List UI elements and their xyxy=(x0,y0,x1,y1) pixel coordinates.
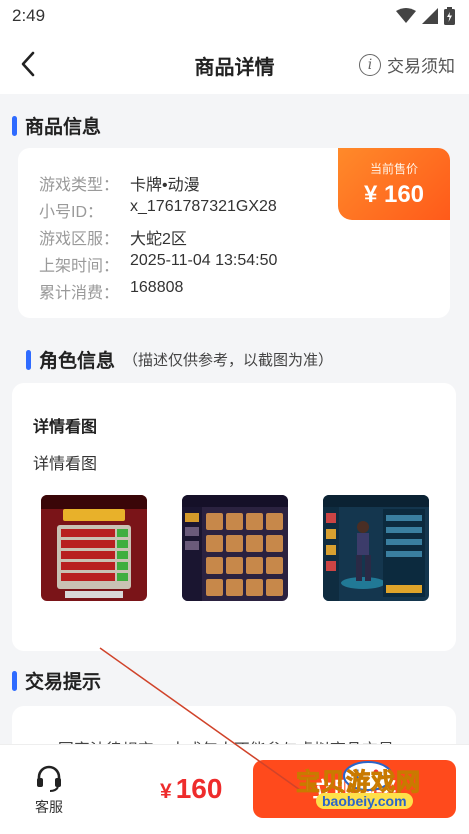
role-section-title: 角色信息 （描述仅供参考，以截图为准） xyxy=(26,346,333,373)
tips-section-title-text: 交易提示 xyxy=(25,672,102,693)
section-marker xyxy=(12,670,17,691)
headset-icon xyxy=(37,765,61,792)
screenshot-thumbnail-3[interactable] xyxy=(323,495,429,601)
status-time: 2:49 xyxy=(12,6,46,25)
field-value: 2025-11-04 13:54:50 xyxy=(130,252,278,269)
customer-service-button[interactable]: 客服 xyxy=(28,763,70,817)
field-value: 大蛇2区 xyxy=(130,231,187,248)
detail-heading: 详情看图 xyxy=(33,419,98,436)
goods-section-title-text: 商品信息 xyxy=(25,117,102,138)
field-key: 游戏区服： xyxy=(39,231,120,248)
field-listed-time: 上架时间： 2025-11-04 13:54:50 xyxy=(39,252,277,276)
field-value: x_1761787321GX28 xyxy=(130,198,277,215)
game-screenshot-image xyxy=(41,495,147,601)
field-total-spend: 累计消费： 168808 xyxy=(39,279,183,303)
system-icons xyxy=(396,7,455,25)
section-marker xyxy=(26,349,31,370)
game-screenshot-image xyxy=(182,495,288,601)
current-price-tag: 当前售价 ¥ 160 xyxy=(338,148,450,220)
field-game-type: 游戏类型： 卡牌•动漫 xyxy=(39,171,200,195)
field-key: 游戏类型： xyxy=(39,177,120,194)
detail-text: 详情看图 xyxy=(33,456,98,473)
field-server: 游戏区服： 大蛇2区 xyxy=(39,225,187,249)
status-bar: 2:49 xyxy=(0,0,469,34)
field-key: 上架时间： xyxy=(39,258,120,275)
game-screenshot-image xyxy=(323,495,429,601)
screenshot-thumbnail-2[interactable] xyxy=(182,495,288,601)
nav-bar: 商品详情 i 交易须知 xyxy=(0,34,469,94)
role-section-title-text: 角色信息 xyxy=(39,351,116,372)
trade-notice-label: 交易须知 xyxy=(387,57,455,76)
field-value: 168808 xyxy=(130,279,184,296)
goods-section-title: 商品信息 xyxy=(12,112,101,139)
watermark-logo: 宝贝游戏网 baobeiy.com xyxy=(290,752,450,822)
section-marker xyxy=(12,115,17,136)
tips-section-title: 交易提示 xyxy=(12,667,101,694)
trade-notice-button[interactable]: i 交易须知 xyxy=(359,52,455,77)
screenshot-thumbnail-1[interactable] xyxy=(41,495,147,601)
price-tag-value: ¥ 160 xyxy=(363,181,425,208)
goods-info-card: 游戏类型： 卡牌•动漫 小号ID： x_1761787321GX28 游戏区服：… xyxy=(18,148,450,318)
role-info-card: 详情看图 详情看图 xyxy=(12,383,456,651)
field-key: 累计消费： xyxy=(39,285,120,302)
info-icon: i xyxy=(359,53,381,76)
price-tag-label: 当前售价 xyxy=(369,162,418,176)
bottom-price: ¥160 xyxy=(160,773,222,805)
role-section-subtitle: （描述仅供参考，以截图为准） xyxy=(123,352,334,369)
field-account-id: 小号ID： x_1761787321GX28 xyxy=(39,198,277,222)
watermark-text: 宝贝游戏网 xyxy=(296,769,421,797)
field-key: 小号ID： xyxy=(39,204,104,221)
field-value: 卡牌•动漫 xyxy=(130,177,200,194)
signal-icon xyxy=(422,8,438,24)
battery-icon xyxy=(444,7,455,25)
watermark-url: baobeiy.com xyxy=(316,793,413,809)
price-value: 160 xyxy=(175,773,223,804)
wifi-icon xyxy=(396,8,416,23)
customer-service-label: 客服 xyxy=(35,799,63,815)
currency-symbol: ¥ xyxy=(160,780,172,803)
